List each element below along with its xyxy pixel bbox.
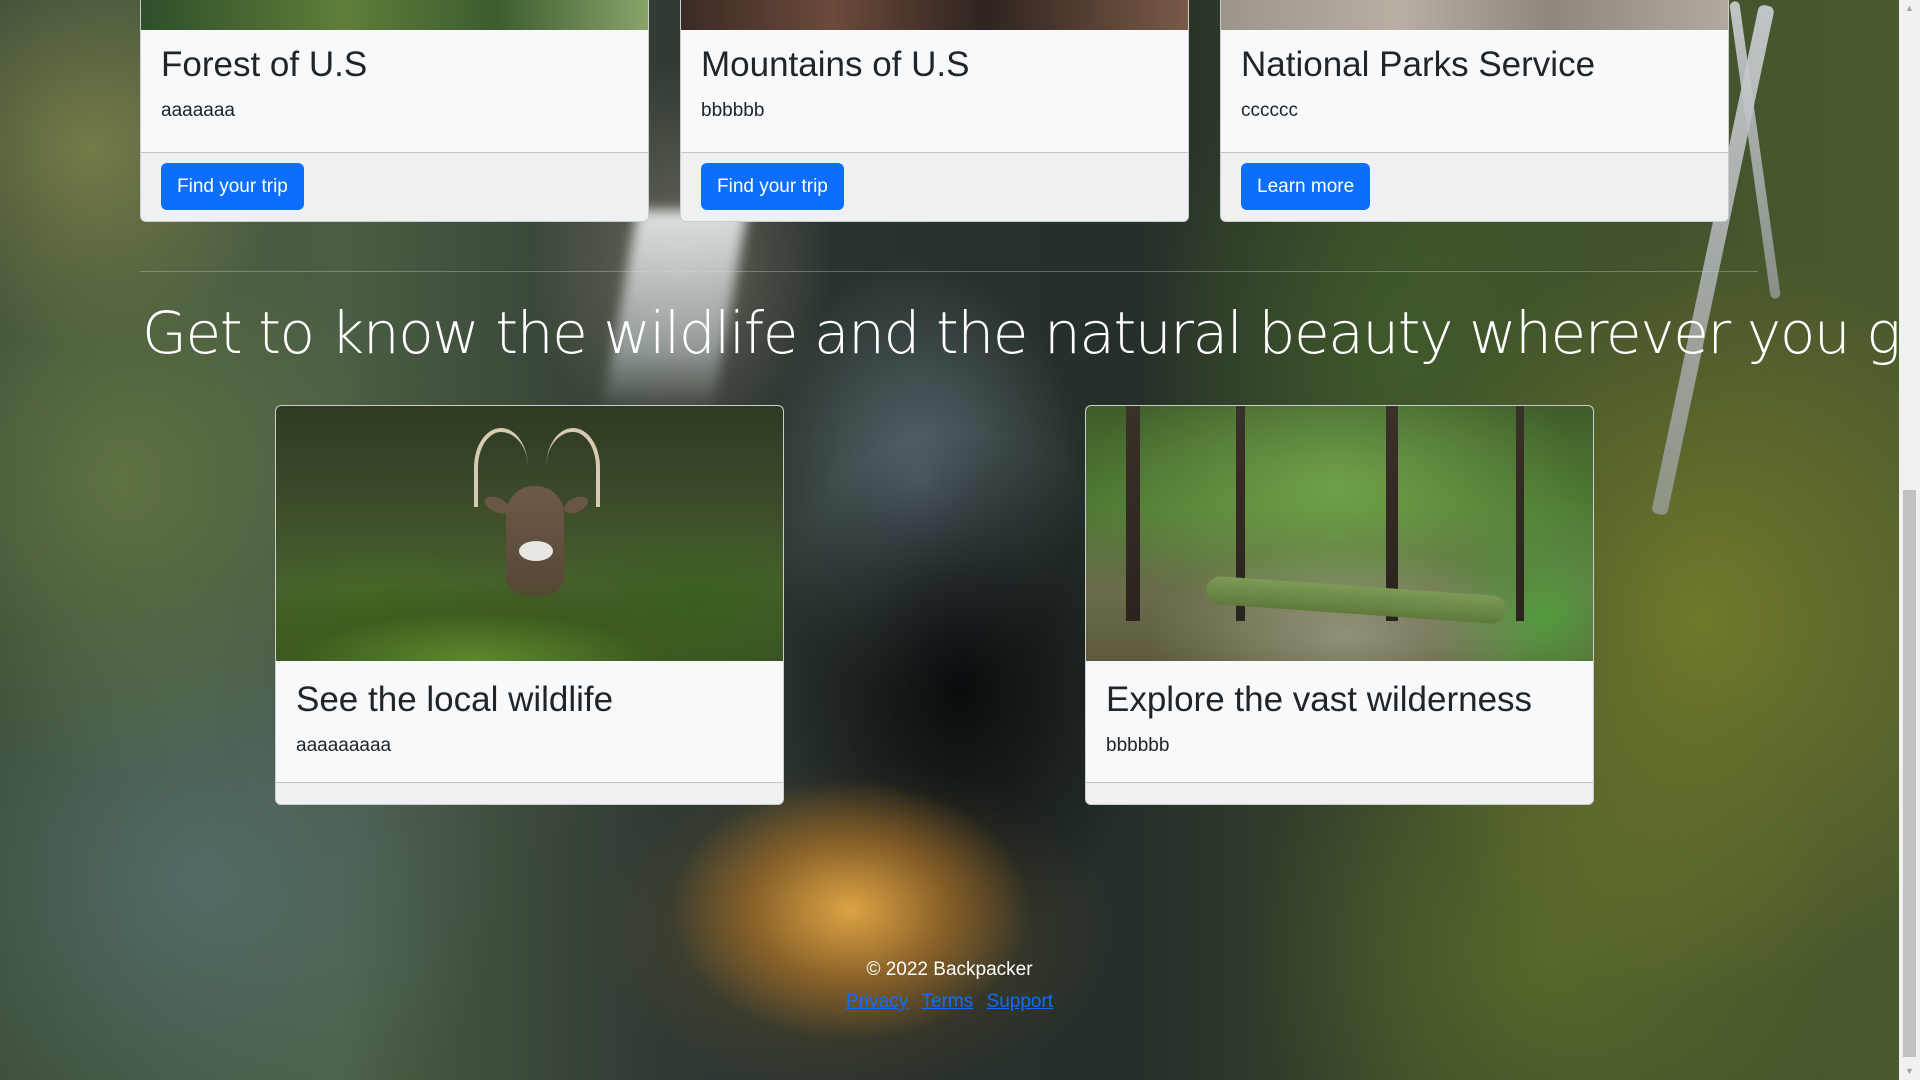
card-mountains: Mountains of U.S bbbbbb Find your trip <box>680 0 1189 222</box>
mountain-card-image <box>681 0 1188 30</box>
deer-photo <box>276 406 783 661</box>
card-footer: Learn more <box>1221 152 1728 221</box>
tree-trunk <box>1516 406 1524 621</box>
scrollbar-thumb[interactable] <box>1903 490 1916 1057</box>
section-heading: Get to know the wildlife and the natural… <box>142 299 1920 367</box>
card-wilderness: Explore the vast wilderness bbbbbb <box>1085 405 1594 805</box>
card-title: National Parks Service <box>1241 45 1596 84</box>
support-link[interactable]: Support <box>987 991 1054 1012</box>
parks-card-image <box>1221 0 1728 30</box>
scroll-up-arrow-icon[interactable]: ▲ <box>1899 0 1920 17</box>
card-footer <box>1086 782 1593 804</box>
find-your-trip-button[interactable]: Find your trip <box>701 163 844 210</box>
tree-trunk <box>1126 406 1140 621</box>
card-text: aaaaaaa <box>161 100 235 121</box>
foliage <box>276 561 783 661</box>
scroll-down-arrow-icon[interactable]: ▼ <box>1899 1063 1920 1080</box>
find-your-trip-button[interactable]: Find your trip <box>161 163 304 210</box>
copyright-text: © 2022 Backpacker <box>866 959 1033 980</box>
card-title: Forest of U.S <box>161 45 368 84</box>
privacy-link[interactable]: Privacy <box>846 991 908 1012</box>
card-footer <box>276 782 783 804</box>
card-forest: Forest of U.S aaaaaaa Find your trip <box>140 0 649 222</box>
page-footer: © 2022 Backpacker Privacy Terms Support <box>0 955 1899 1015</box>
card-title: Mountains of U.S <box>701 45 970 84</box>
card-national-parks: National Parks Service cccccc Learn more <box>1220 0 1729 222</box>
deer-throat-patch <box>519 541 553 561</box>
footer-links: Privacy Terms Support <box>0 989 1899 1015</box>
card-wildlife: See the local wildlife aaaaaaaaa <box>275 405 784 805</box>
card-text: bbbbbb <box>701 100 765 121</box>
vertical-scrollbar[interactable]: ▲ ▼ <box>1899 0 1920 1080</box>
learn-more-button[interactable]: Learn more <box>1241 163 1371 210</box>
card-title: See the local wildlife <box>296 680 614 719</box>
section-divider <box>140 271 1758 272</box>
card-text: bbbbbb <box>1106 735 1170 756</box>
forest-photo <box>1086 406 1593 661</box>
terms-link[interactable]: Terms <box>922 991 974 1012</box>
forest-card-image <box>141 0 648 30</box>
card-title: Explore the vast wilderness <box>1106 680 1533 719</box>
card-footer: Find your trip <box>141 152 648 221</box>
card-footer: Find your trip <box>681 152 1188 221</box>
fallen-log <box>1205 575 1507 625</box>
card-text: cccccc <box>1241 100 1298 121</box>
card-text: aaaaaaaaa <box>296 735 392 756</box>
